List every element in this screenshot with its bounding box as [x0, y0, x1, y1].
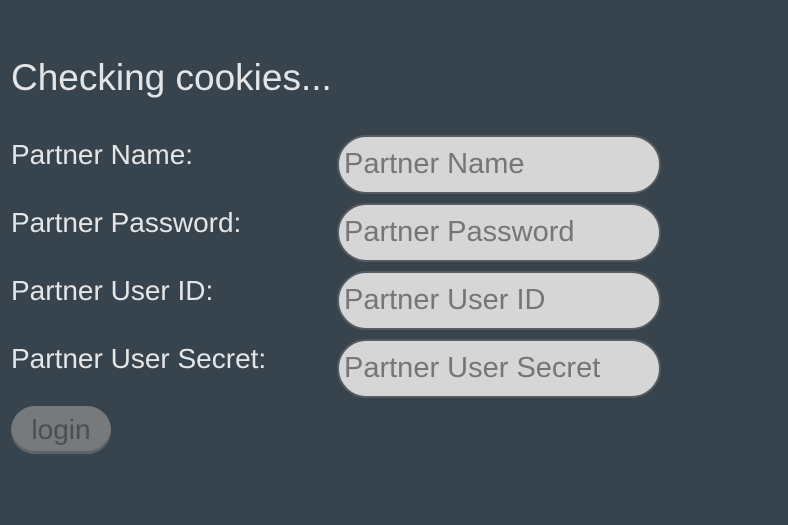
partner-user-id-label: Partner User ID:: [11, 275, 214, 306]
partner-user-secret-input[interactable]: [337, 339, 661, 398]
partner-name-row: Partner Name:: [0, 135, 788, 198]
partner-name-label: Partner Name:: [11, 139, 194, 170]
partner-user-id-row: Partner User ID:: [0, 271, 788, 334]
login-page: Checking cookies... Partner Name: Partne…: [0, 0, 788, 525]
partner-name-input[interactable]: [337, 135, 661, 194]
login-button[interactable]: login: [11, 406, 111, 454]
partner-user-id-input[interactable]: [337, 271, 661, 330]
partner-password-label: Partner Password:: [11, 207, 242, 238]
status-heading: Checking cookies...: [11, 57, 332, 98]
partner-user-secret-row: Partner User Secret:: [0, 339, 788, 402]
partner-password-row: Partner Password:: [0, 203, 788, 266]
partner-password-input[interactable]: [337, 203, 661, 262]
partner-user-secret-label: Partner User Secret:: [11, 343, 267, 374]
